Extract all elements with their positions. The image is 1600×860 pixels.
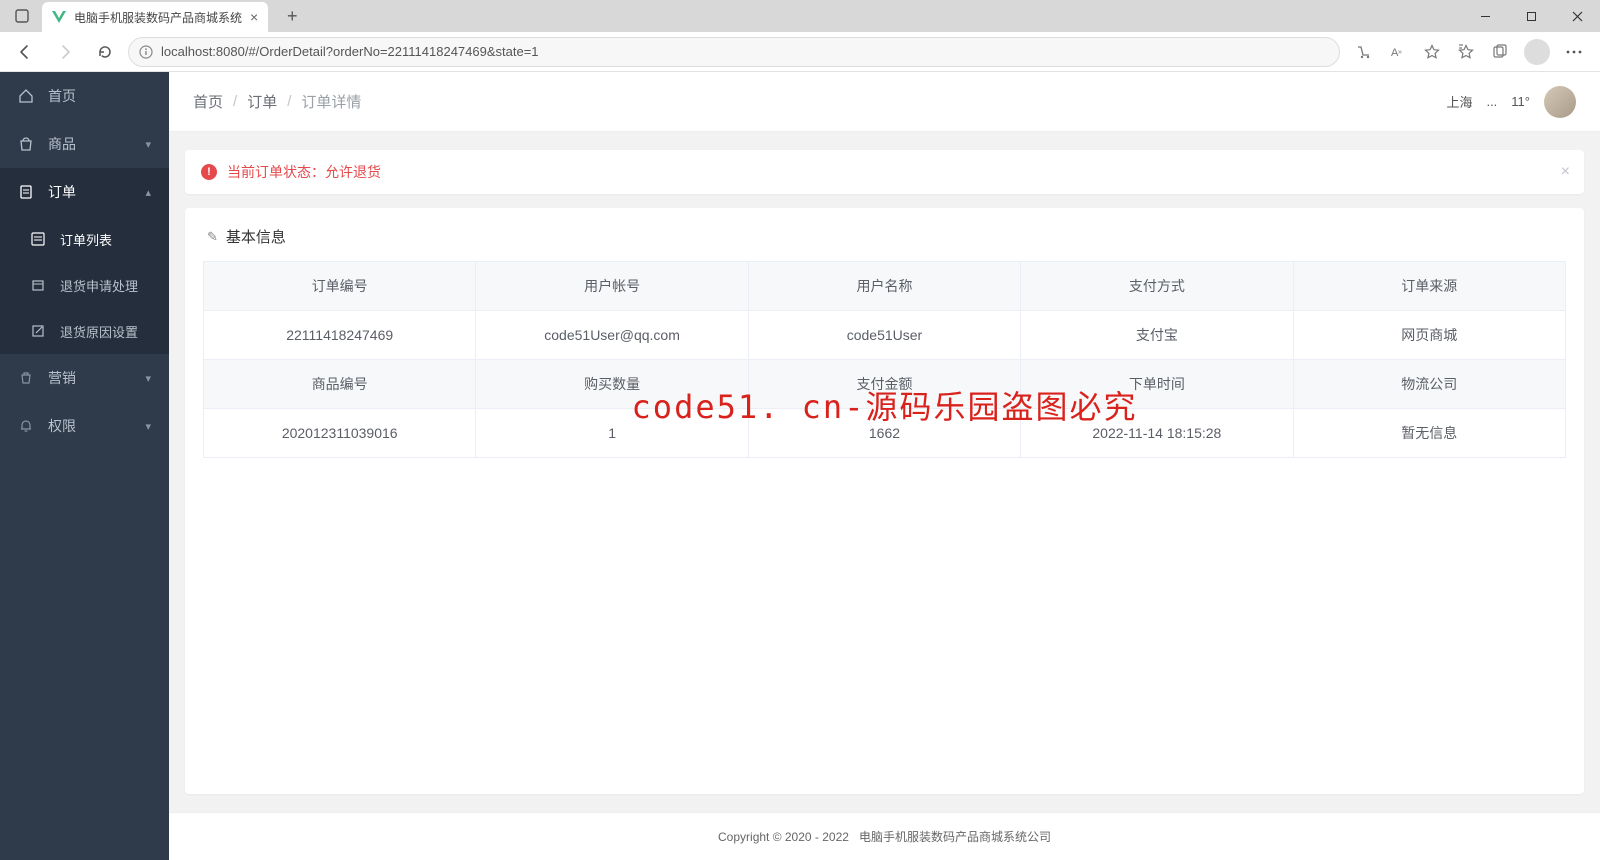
weather-temp: 11° [1511,94,1530,109]
breadcrumb-home[interactable]: 首页 [193,91,223,112]
breadcrumb-sep: / [233,93,237,110]
site-info-icon[interactable] [139,45,153,59]
th: 商品编号 [204,360,476,409]
panel-title-text: 基本信息 [226,226,286,247]
sidebar-submenu-order: 订单列表 退货申请处理 退货原因设置 [0,216,169,354]
sidebar-label: 订单 [48,182,76,202]
td: 22111418247469 [204,311,476,360]
sidebar-item-home[interactable]: 首页 [0,72,169,120]
sidebar-label: 权限 [48,416,76,436]
weather-city: 上海 [1446,92,1472,111]
th: 购买数量 [476,360,748,409]
td: code51User@qq.com [476,311,748,360]
weather-dots: ... [1486,94,1497,109]
th: 支付方式 [1021,262,1293,311]
box-icon [30,277,46,293]
td: 2022-11-14 18:15:28 [1021,409,1293,458]
svg-text:»: » [1398,49,1402,56]
chevron-down-icon: ▾ [145,420,151,433]
basic-info-panel: ✎ 基本信息 订单编号 用户帐号 用户名称 支付方式 订单来源 22111418… [185,208,1584,794]
breadcrumb-current: 订单详情 [301,91,361,112]
td: 1 [476,409,748,458]
sidebar-item-order[interactable]: 订单 ▴ [0,168,169,216]
user-avatar[interactable] [1544,86,1576,118]
td: 网页商城 [1293,311,1565,360]
back-button[interactable] [8,36,42,68]
sidebar-sub-return-apply[interactable]: 退货申请处理 [0,262,169,308]
list-icon [30,231,46,247]
minimize-button[interactable] [1462,0,1508,32]
footer: Copyright © 2020 - 2022 电脑手机服装数码产品商城系统公司 [169,812,1600,860]
forward-button[interactable] [48,36,82,68]
refresh-button[interactable] [88,36,122,68]
chevron-up-icon: ▴ [145,186,151,199]
sidebar-item-product[interactable]: 商品 ▾ [0,120,169,168]
sidebar-sub-order-list[interactable]: 订单列表 [0,216,169,262]
th: 下单时间 [1021,360,1293,409]
window-controls [1462,0,1600,32]
alert-text: 当前订单状态：允许退货 [227,162,381,182]
url-text: localhost:8080/#/OrderDetail?orderNo=221… [161,44,539,59]
sidebar-label: 商品 [48,134,76,154]
sidebar-label: 订单列表 [60,230,112,249]
td: code51User [748,311,1020,360]
sidebar: 首页 商品 ▾ 订单 ▴ 订单列表 退货申请处理 [0,72,169,860]
chevron-down-icon: ▾ [145,138,151,151]
maximize-button[interactable] [1508,0,1554,32]
clipboard-icon [18,184,34,200]
th: 用户名称 [748,262,1020,311]
th: 订单编号 [204,262,476,311]
favorites-icon[interactable] [1456,42,1476,62]
footer-company: 电脑手机服装数码产品商城系统公司 [859,828,1051,845]
td: 202012311039016 [204,409,476,458]
th: 物流公司 [1293,360,1565,409]
pencil-icon: ✎ [207,229,218,245]
th: 用户帐号 [476,262,748,311]
sidebar-label: 营销 [48,368,76,388]
close-window-button[interactable] [1554,0,1600,32]
bag-icon [18,136,34,152]
browser-toolbar: localhost:8080/#/OrderDetail?orderNo=221… [0,32,1600,72]
sidebar-sub-return-reason[interactable]: 退货原因设置 [0,308,169,354]
breadcrumb-order[interactable]: 订单 [247,91,277,112]
sidebar-label: 首页 [48,86,76,106]
vue-favicon-icon [52,10,66,24]
edit-icon [30,323,46,339]
home-icon [18,88,34,104]
bell-icon [18,418,34,434]
star-icon[interactable] [1422,42,1442,62]
gear-icon [18,370,34,386]
tab-close-icon[interactable]: × [250,9,258,25]
read-aloud-icon[interactable]: A» [1388,42,1408,62]
sidebar-item-permission[interactable]: 权限 ▾ [0,402,169,450]
td: 支付宝 [1021,311,1293,360]
alert-close-icon[interactable]: × [1561,163,1570,181]
status-alert: ! 当前订单状态：允许退货 × [185,150,1584,194]
shopping-icon[interactable] [1354,42,1374,62]
td: 1662 [748,409,1020,458]
warning-icon: ! [201,164,217,180]
browser-titlebar: 电脑手机服装数码产品商城系统 × + [0,0,1600,32]
browser-tab[interactable]: 电脑手机服装数码产品商城系统 × [42,2,268,32]
more-icon[interactable] [1564,42,1584,62]
breadcrumb-sep: / [287,93,291,110]
sidebar-label: 退货原因设置 [60,322,138,341]
th: 支付金额 [748,360,1020,409]
sidebar-item-marketing[interactable]: 营销 ▾ [0,354,169,402]
address-bar[interactable]: localhost:8080/#/OrderDetail?orderNo=221… [128,37,1340,67]
th: 订单来源 [1293,262,1565,311]
topbar: 首页 / 订单 / 订单详情 上海 ... 11° [169,72,1600,132]
td: 暂无信息 [1293,409,1565,458]
new-tab-button[interactable]: + [278,2,306,30]
breadcrumb: 首页 / 订单 / 订单详情 [193,91,361,112]
footer-copyright: Copyright © 2020 - 2022 [718,830,849,844]
chevron-down-icon: ▾ [145,372,151,385]
profile-button[interactable] [1524,39,1550,65]
collections-icon[interactable] [1490,42,1510,62]
sidebar-label: 退货申请处理 [60,276,138,295]
tab-actions-button[interactable] [6,2,38,30]
info-table: 订单编号 用户帐号 用户名称 支付方式 订单来源 22111418247469 … [203,261,1566,458]
tab-title: 电脑手机服装数码产品商城系统 [74,9,242,26]
